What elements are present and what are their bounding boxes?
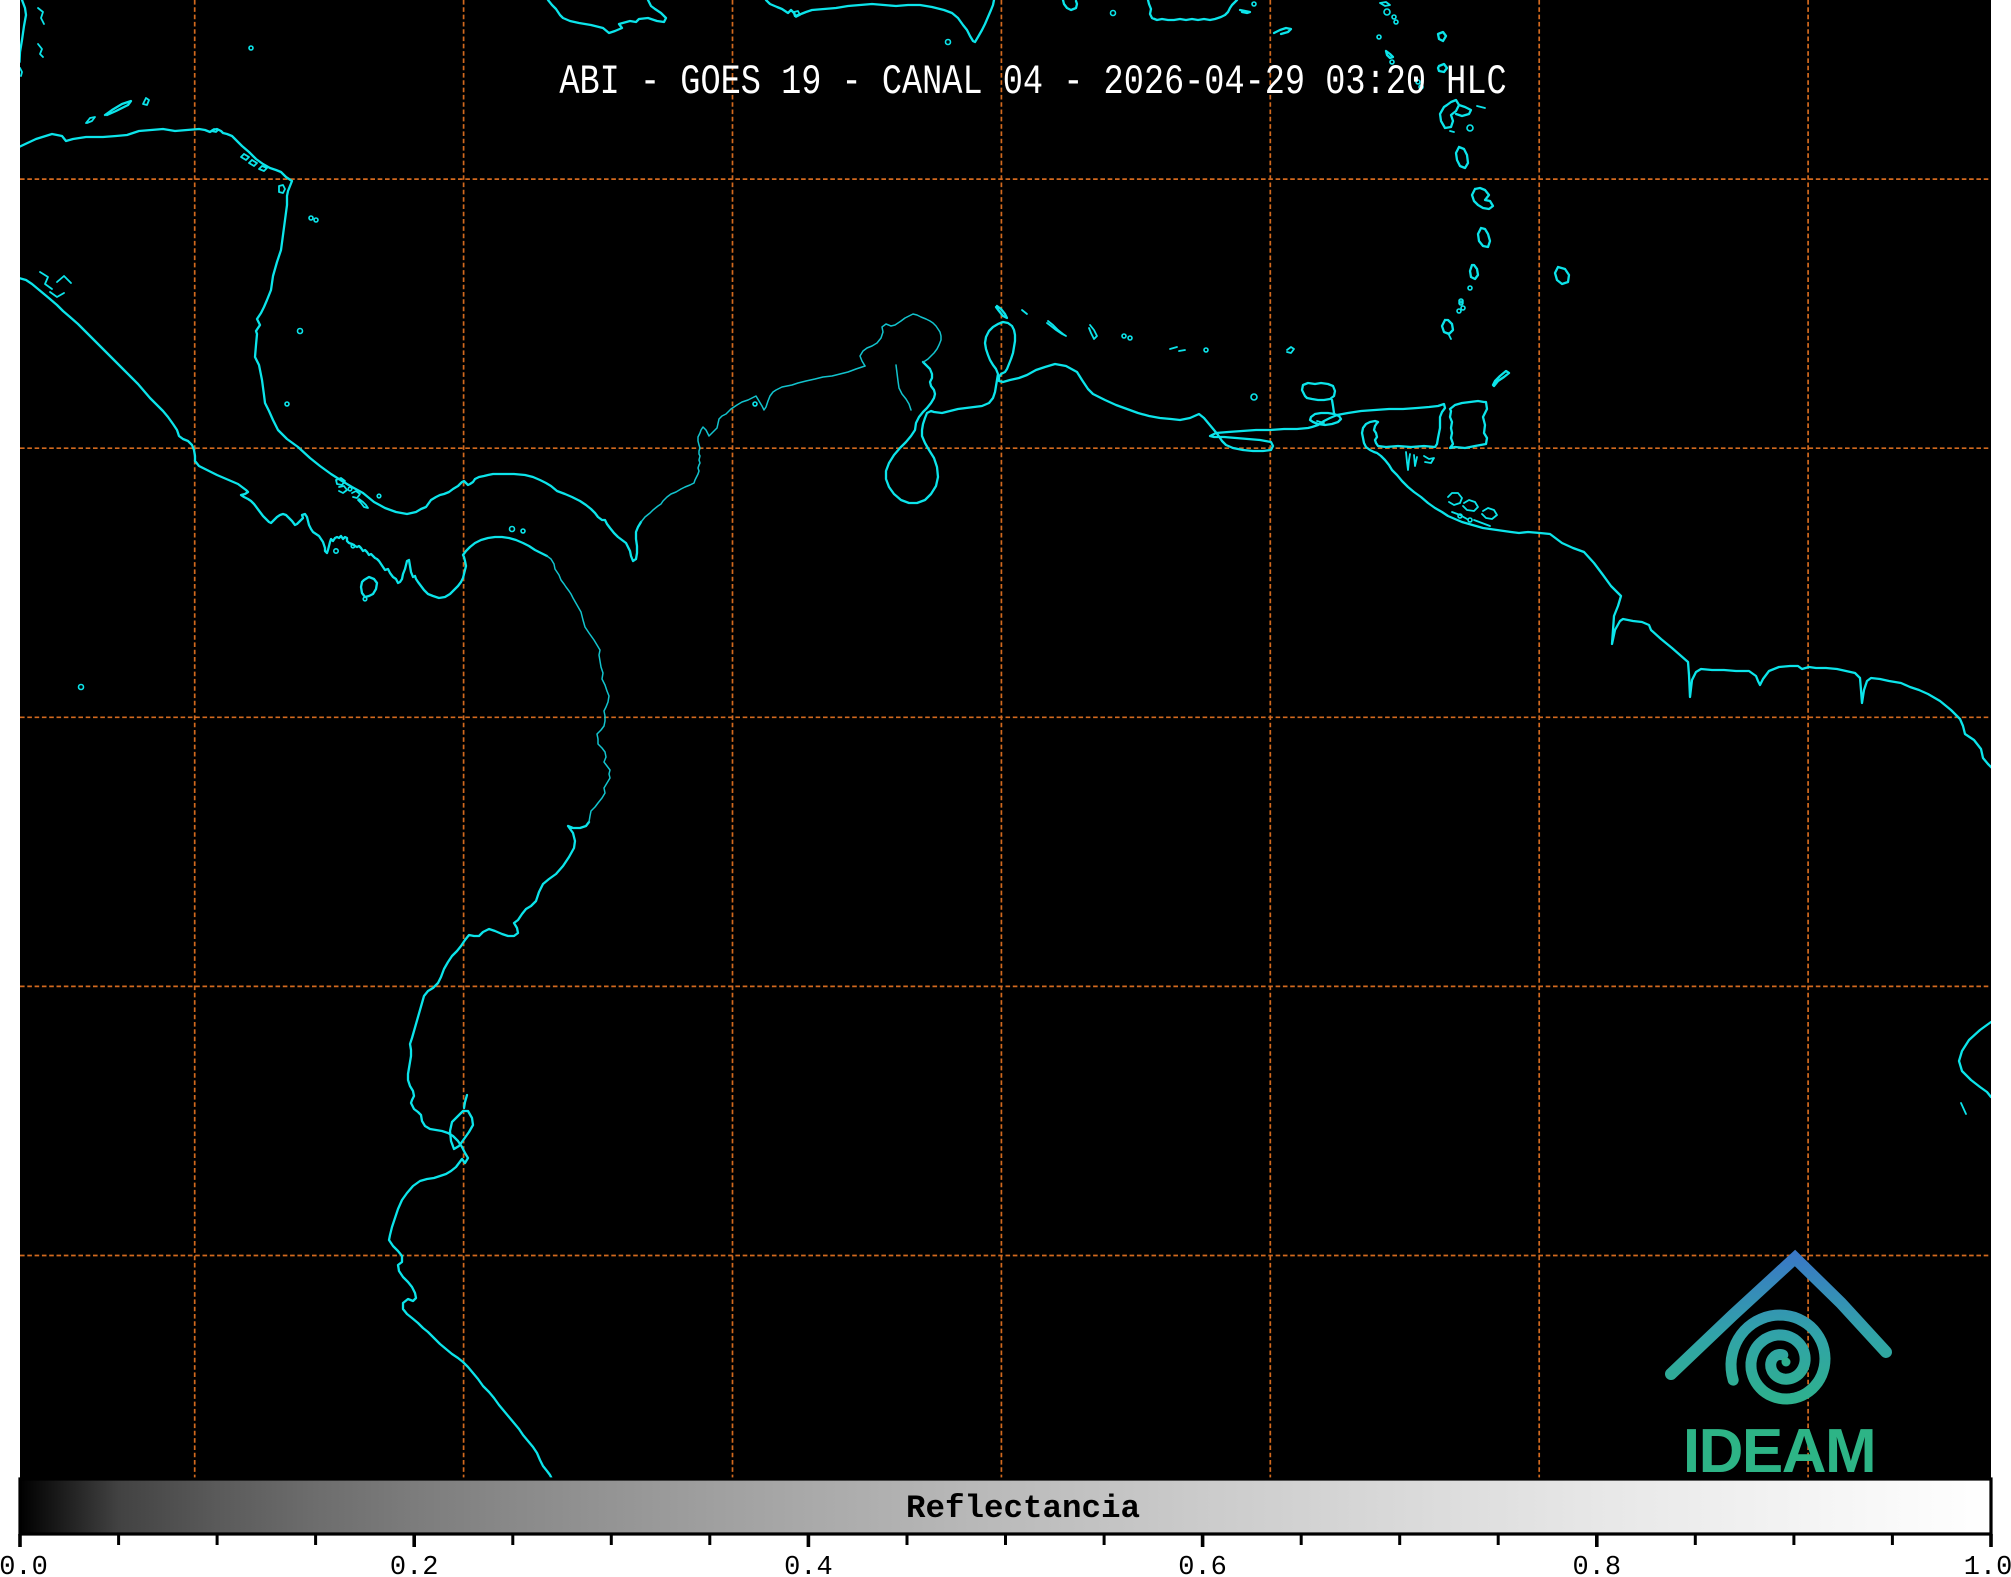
svg-text:0.0: 0.0 [0,1553,48,1577]
svg-text:0.8: 0.8 [1572,1553,1621,1577]
svg-text:0.2: 0.2 [390,1553,439,1577]
svg-text:IDEAM: IDEAM [1683,1417,1875,1486]
svg-text:0.6: 0.6 [1178,1553,1227,1577]
svg-text:ABI - GOES 19 - CANAL 04 - 202: ABI - GOES 19 - CANAL 04 - 2026-04-29 03… [559,59,1506,106]
svg-text:0.4: 0.4 [784,1553,833,1577]
svg-text:1.0: 1.0 [1964,1553,2011,1577]
svg-text:Reflectancia: Reflectancia [906,1490,1140,1527]
